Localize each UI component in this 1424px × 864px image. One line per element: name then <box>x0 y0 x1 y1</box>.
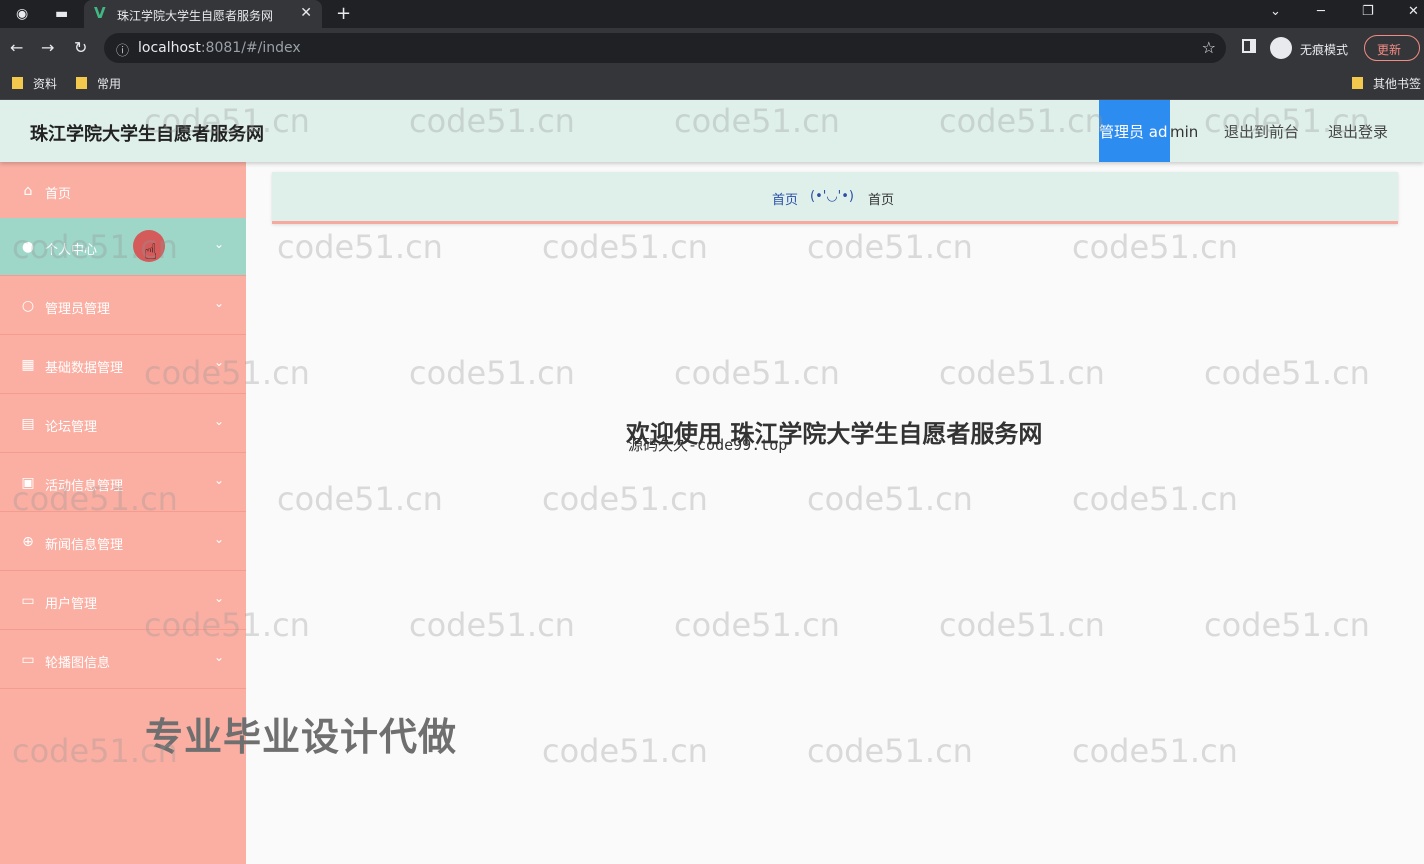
bookmark-folder-resources[interactable]: 资料 <box>12 75 57 92</box>
bookmark-label: 其他书签 <box>1373 77 1422 91</box>
sidebar-item-label: 首页 <box>45 187 72 202</box>
vue-favicon-icon: V <box>94 4 106 22</box>
sidebar-item-profile[interactable]: ● 个人中心 ⌄ <box>0 218 246 276</box>
folder-icon: ▭ <box>21 593 35 609</box>
chevron-down-icon: ⌄ <box>214 650 225 664</box>
breadcrumb-separator: (•'◡'•) <box>810 189 854 204</box>
sidebar-item-label: 基础数据管理 <box>45 361 124 376</box>
globe-icon[interactable]: ◉ <box>16 5 28 23</box>
address-bar[interactable]: ⓘ localhost:8081/#/index ☆ <box>104 33 1226 63</box>
folder-icon <box>76 77 87 89</box>
back-icon[interactable]: ← <box>10 38 23 57</box>
chevron-down-icon: ⌄ <box>214 591 225 605</box>
sidebar-item-label: 论坛管理 <box>45 420 98 435</box>
url-text[interactable]: localhost:8081/#/index <box>138 40 301 56</box>
chevron-down-icon: ⌄ <box>214 473 225 487</box>
window-icon[interactable]: ▬ <box>55 5 68 23</box>
sidebar-item-admins[interactable]: ○ 管理员管理 ⌄ <box>0 277 246 335</box>
sidebar-item-label: 用户管理 <box>45 597 98 612</box>
breadcrumb-current: 首页 <box>868 193 895 208</box>
tab-title: 珠江学院大学生自愿者服务网 <box>117 9 274 23</box>
chevron-down-icon: ⌄ <box>214 532 225 546</box>
bookmark-folder-common[interactable]: 常用 <box>76 75 121 92</box>
browser-tabbar: ◉ ▬ V 珠江学院大学生自愿者服务网 ✕ + ⌄ ─ ❐ ✕ <box>0 0 1424 28</box>
new-tab-icon[interactable]: + <box>336 3 351 24</box>
breadcrumb-home[interactable]: 首页 <box>772 189 798 208</box>
hand-cursor-icon: ☝ <box>144 240 158 265</box>
grid-icon: ▦ <box>21 357 35 373</box>
sidebar-item-forum[interactable]: ▤ 论坛管理 ⌄ <box>0 395 246 453</box>
minimize-icon[interactable]: ─ <box>1317 4 1325 19</box>
globe-icon: ⊕ <box>22 534 34 550</box>
site-title: 珠江学院大学生自愿者服务网 <box>30 124 264 145</box>
side-panel-icon[interactable] <box>1242 39 1256 53</box>
logout-link[interactable]: 退出登录 <box>1328 121 1388 142</box>
sidebar-item-label: 轮播图信息 <box>45 656 111 671</box>
calendar-icon: ▣ <box>21 475 35 491</box>
site-info-icon[interactable]: ⓘ <box>116 40 129 59</box>
folder-icon <box>12 77 23 89</box>
other-bookmarks[interactable]: 其他书签 <box>1352 75 1421 92</box>
current-user: 管理员 ad min <box>1099 100 1198 162</box>
restore-icon[interactable]: ❐ <box>1362 4 1374 19</box>
sidebar-item-carousel[interactable]: ▭ 轮播图信息 ⌄ <box>0 631 246 689</box>
chevron-down-icon: ⌄ <box>214 414 225 428</box>
url-path: :8081/#/index <box>200 40 301 56</box>
window-close-icon[interactable]: ✕ <box>1408 4 1419 19</box>
incognito-icon[interactable] <box>1270 37 1292 59</box>
url-host: localhost <box>138 40 201 56</box>
sidebar-item-activities[interactable]: ▣ 活动信息管理 ⌄ <box>0 454 246 512</box>
chevron-down-icon: ⌄ <box>214 237 225 251</box>
sidebar-item-base-data[interactable]: ▦ 基础数据管理 ⌄ <box>0 336 246 394</box>
browser-tab[interactable]: V 珠江学院大学生自愿者服务网 ✕ <box>84 0 322 28</box>
forward-icon[interactable]: → <box>41 38 54 57</box>
close-tab-icon[interactable]: ✕ <box>300 5 312 21</box>
sidebar-item-label: 新闻信息管理 <box>45 538 124 553</box>
update-button[interactable]: 更新 <box>1364 35 1420 61</box>
chevron-down-icon: ⌄ <box>214 355 225 369</box>
sidebar-item-news[interactable]: ⊕ 新闻信息管理 ⌄ <box>0 513 246 571</box>
sidebar-item-label: 管理员管理 <box>45 302 111 317</box>
circle-icon: ○ <box>21 298 35 314</box>
source-overlay-text: 源码久久-code99.top <box>628 436 788 454</box>
username: min <box>1170 123 1199 141</box>
home-icon: ⌂ <box>23 183 33 199</box>
forum-icon: ▤ <box>21 416 35 432</box>
tab-search-icon[interactable]: ⌄ <box>1270 4 1281 19</box>
image-icon: ▭ <box>21 652 35 668</box>
chevron-down-icon: ⌄ <box>214 296 225 310</box>
bookmark-label: 常用 <box>97 77 122 91</box>
sidebar-item-label: 个人中心 <box>45 243 98 258</box>
sidebar-item-users[interactable]: ▭ 用户管理 ⌄ <box>0 572 246 630</box>
app-header: 珠江学院大学生自愿者服务网 管理员 ad min 退出到前台 退出登录 <box>0 100 1424 162</box>
sidebar-item-label: 活动信息管理 <box>45 479 124 494</box>
sidebar-item-home[interactable]: ⌂ 首页 <box>0 162 246 220</box>
bookmarks-bar: 资料 常用 其他书签 <box>0 68 1424 100</box>
browser-toolbar: ← → ↻ ⓘ localhost:8081/#/index ☆ 无痕模式 更新 <box>0 28 1424 68</box>
bookmark-star-icon[interactable]: ☆ <box>1202 38 1216 57</box>
bookmark-label: 资料 <box>33 77 58 91</box>
back-to-front-link[interactable]: 退出到前台 <box>1224 121 1299 142</box>
breadcrumb: 首页 (•'◡'•) 首页 <box>272 172 1398 224</box>
incognito-label: 无痕模式 <box>1300 43 1349 57</box>
role-badge: 管理员 ad <box>1099 100 1170 162</box>
reload-icon[interactable]: ↻ <box>74 38 87 57</box>
user-icon: ● <box>21 239 35 255</box>
folder-icon <box>1352 77 1363 89</box>
promo-overlay: 专业毕业设计代做 <box>145 715 458 759</box>
